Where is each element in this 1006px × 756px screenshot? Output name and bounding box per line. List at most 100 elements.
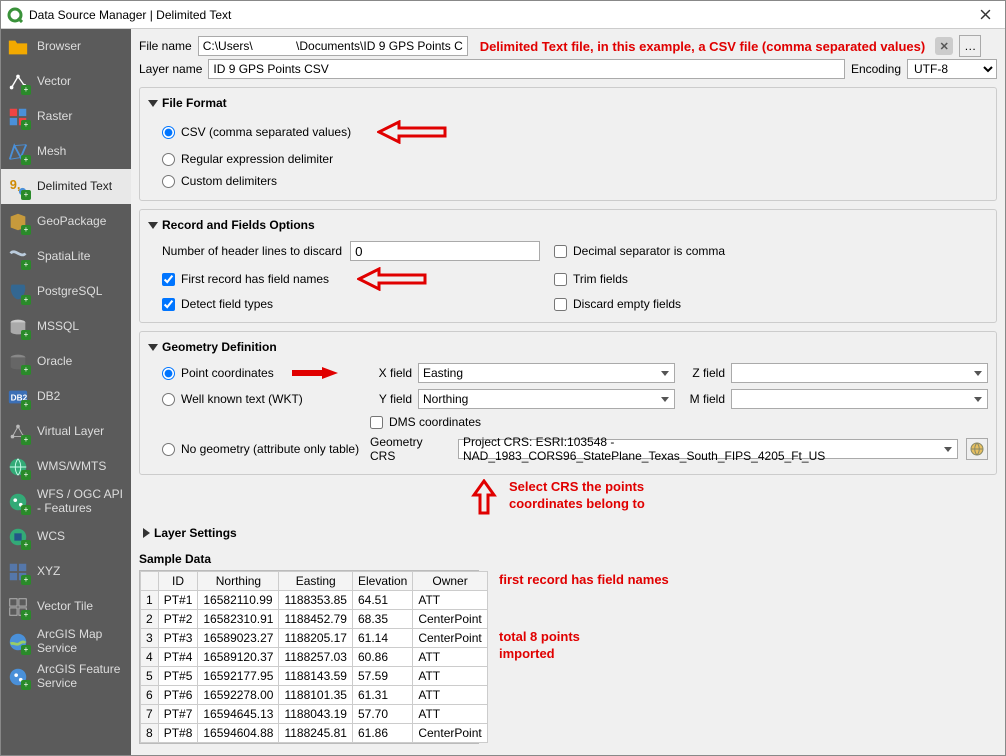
geometry-header[interactable]: Geometry Definition [148,336,988,360]
sidebar-item-arcgis-feature[interactable]: +ArcGIS Feature Service [1,659,131,694]
radio-custom-label: Custom delimiters [181,174,277,188]
geopackage-icon: + [7,211,29,233]
yfield-select[interactable]: Northing [418,389,675,409]
table-cell: 1188257.03 [279,648,353,667]
radio-csv[interactable] [162,126,175,139]
sample-data-label: Sample Data [139,552,997,566]
chk-decimal[interactable] [554,245,567,258]
radio-no-geom[interactable] [162,443,175,456]
table-cell: 1188245.81 [279,724,353,743]
table-cell: ATT [413,591,487,610]
sidebar-item-wfs[interactable]: +WFS / OGC API - Features [1,484,131,519]
col-header[interactable]: Owner [413,572,487,591]
mfield-label: M field [683,392,725,406]
sidebar-item-browser[interactable]: Browser [1,29,131,64]
chk-detect-types[interactable] [162,298,175,311]
table-cell: 1188101.35 [279,686,353,705]
table-corner [141,572,159,591]
chk-dms[interactable] [370,416,383,429]
filename-input[interactable] [198,36,468,56]
vector-tile-icon: + [7,596,29,618]
radio-regex[interactable] [162,153,175,166]
sidebar-item-vector-tile[interactable]: +Vector Tile [1,589,131,624]
sidebar-item-spatialite[interactable]: +SpatiaLite [1,239,131,274]
virtual-layer-icon: + [7,421,29,443]
table-cell: 57.59 [352,667,412,686]
radio-wkt[interactable] [162,393,175,406]
table-row[interactable]: 1PT#116582110.991188353.8564.51ATT [141,591,488,610]
table-row[interactable]: 4PT#416589120.371188257.0360.86ATT [141,648,488,667]
col-header[interactable]: Northing [198,572,279,591]
spatialite-icon: + [7,246,29,268]
sidebar-item-db2[interactable]: DB2+DB2 [1,379,131,414]
row-header: 6 [141,686,159,705]
chevron-down-icon [148,344,158,351]
table-row[interactable]: 5PT#516592177.951188143.5957.59ATT [141,667,488,686]
sidebar-item-arcgis-map[interactable]: +ArcGIS Map Service [1,624,131,659]
sidebar-item-postgresql[interactable]: +PostgreSQL [1,274,131,309]
table-cell: 1188143.59 [279,667,353,686]
sidebar-item-vector[interactable]: +Vector [1,64,131,99]
sidebar-item-raster[interactable]: +Raster [1,99,131,134]
annotation-total: total 8 pointsimported [499,629,669,663]
table-cell: 16589120.37 [198,648,279,667]
layername-input[interactable] [208,59,845,79]
table-cell: 61.31 [352,686,412,705]
col-header[interactable]: ID [158,572,198,591]
table-row[interactable]: 8PT#816594604.881188245.8161.86CenterPoi… [141,724,488,743]
sidebar-item-oracle[interactable]: +Oracle [1,344,131,379]
table-row[interactable]: 2PT#216582310.911188452.7968.35CenterPoi… [141,610,488,629]
mfield-select[interactable] [731,389,988,409]
sidebar-item-mssql[interactable]: +MSSQL [1,309,131,344]
sample-table-wrap: ID Northing Easting Elevation Owner 1PT#… [139,570,479,744]
chk-first-record[interactable] [162,273,175,286]
sidebar: Browser +Vector +Raster +Mesh 9,+Delimit… [1,29,131,755]
xfield-select[interactable]: Easting [418,363,675,383]
sidebar-item-geopackage[interactable]: +GeoPackage [1,204,131,239]
table-cell: PT#8 [158,724,198,743]
app-icon [7,7,23,23]
chk-trim[interactable] [554,273,567,286]
sidebar-item-wcs[interactable]: +WCS [1,519,131,554]
xyz-icon: + [7,561,29,583]
browse-button[interactable]: … [959,35,981,57]
zfield-select[interactable] [731,363,988,383]
encoding-select[interactable]: UTF-8 [907,59,997,79]
raster-icon: + [7,106,29,128]
row-header: 4 [141,648,159,667]
clear-filename-button[interactable]: ✕ [935,37,953,55]
wfs-icon: + [7,491,29,513]
crs-picker-button[interactable] [966,438,988,460]
filename-label: File name [139,39,192,53]
col-header[interactable]: Easting [279,572,353,591]
table-cell: 61.14 [352,629,412,648]
yfield-label: Y field [370,392,412,406]
window-close-button[interactable] [967,1,1003,29]
radio-point-coords[interactable] [162,367,175,380]
chk-discard-empty[interactable] [554,298,567,311]
records-header[interactable]: Record and Fields Options [148,214,988,238]
radio-csv-label: CSV (comma separated values) [181,125,351,139]
sidebar-item-virtual-layer[interactable]: +Virtual Layer [1,414,131,449]
table-row[interactable]: 3PT#316589023.271188205.1761.14CenterPoi… [141,629,488,648]
sidebar-item-delimited-text[interactable]: 9,+Delimited Text [1,169,131,204]
oracle-icon: + [7,351,29,373]
sidebar-item-xyz[interactable]: +XYZ [1,554,131,589]
table-row[interactable]: 6PT#616592278.001188101.3561.31ATT [141,686,488,705]
sidebar-item-wms-wmts[interactable]: +WMS/WMTS [1,449,131,484]
wms-icon: + [7,456,29,478]
window: Data Source Manager | Delimited Text Bro… [0,0,1006,756]
crs-select[interactable]: Project CRS: ESRI:103548 - NAD_1983_CORS… [458,439,958,459]
discard-spin[interactable] [350,241,540,261]
mesh-icon: + [7,141,29,163]
layer-settings-header[interactable]: Layer Settings [143,522,997,546]
table-cell: PT#2 [158,610,198,629]
table-cell: 1188205.17 [279,629,353,648]
col-header[interactable]: Elevation [352,572,412,591]
table-row[interactable]: 7PT#716594645.131188043.1957.70ATT [141,705,488,724]
globe-icon [969,441,985,457]
encoding-label: Encoding [851,62,901,76]
sidebar-item-mesh[interactable]: +Mesh [1,134,131,169]
radio-custom[interactable] [162,175,175,188]
file-format-header[interactable]: File Format [148,92,988,116]
